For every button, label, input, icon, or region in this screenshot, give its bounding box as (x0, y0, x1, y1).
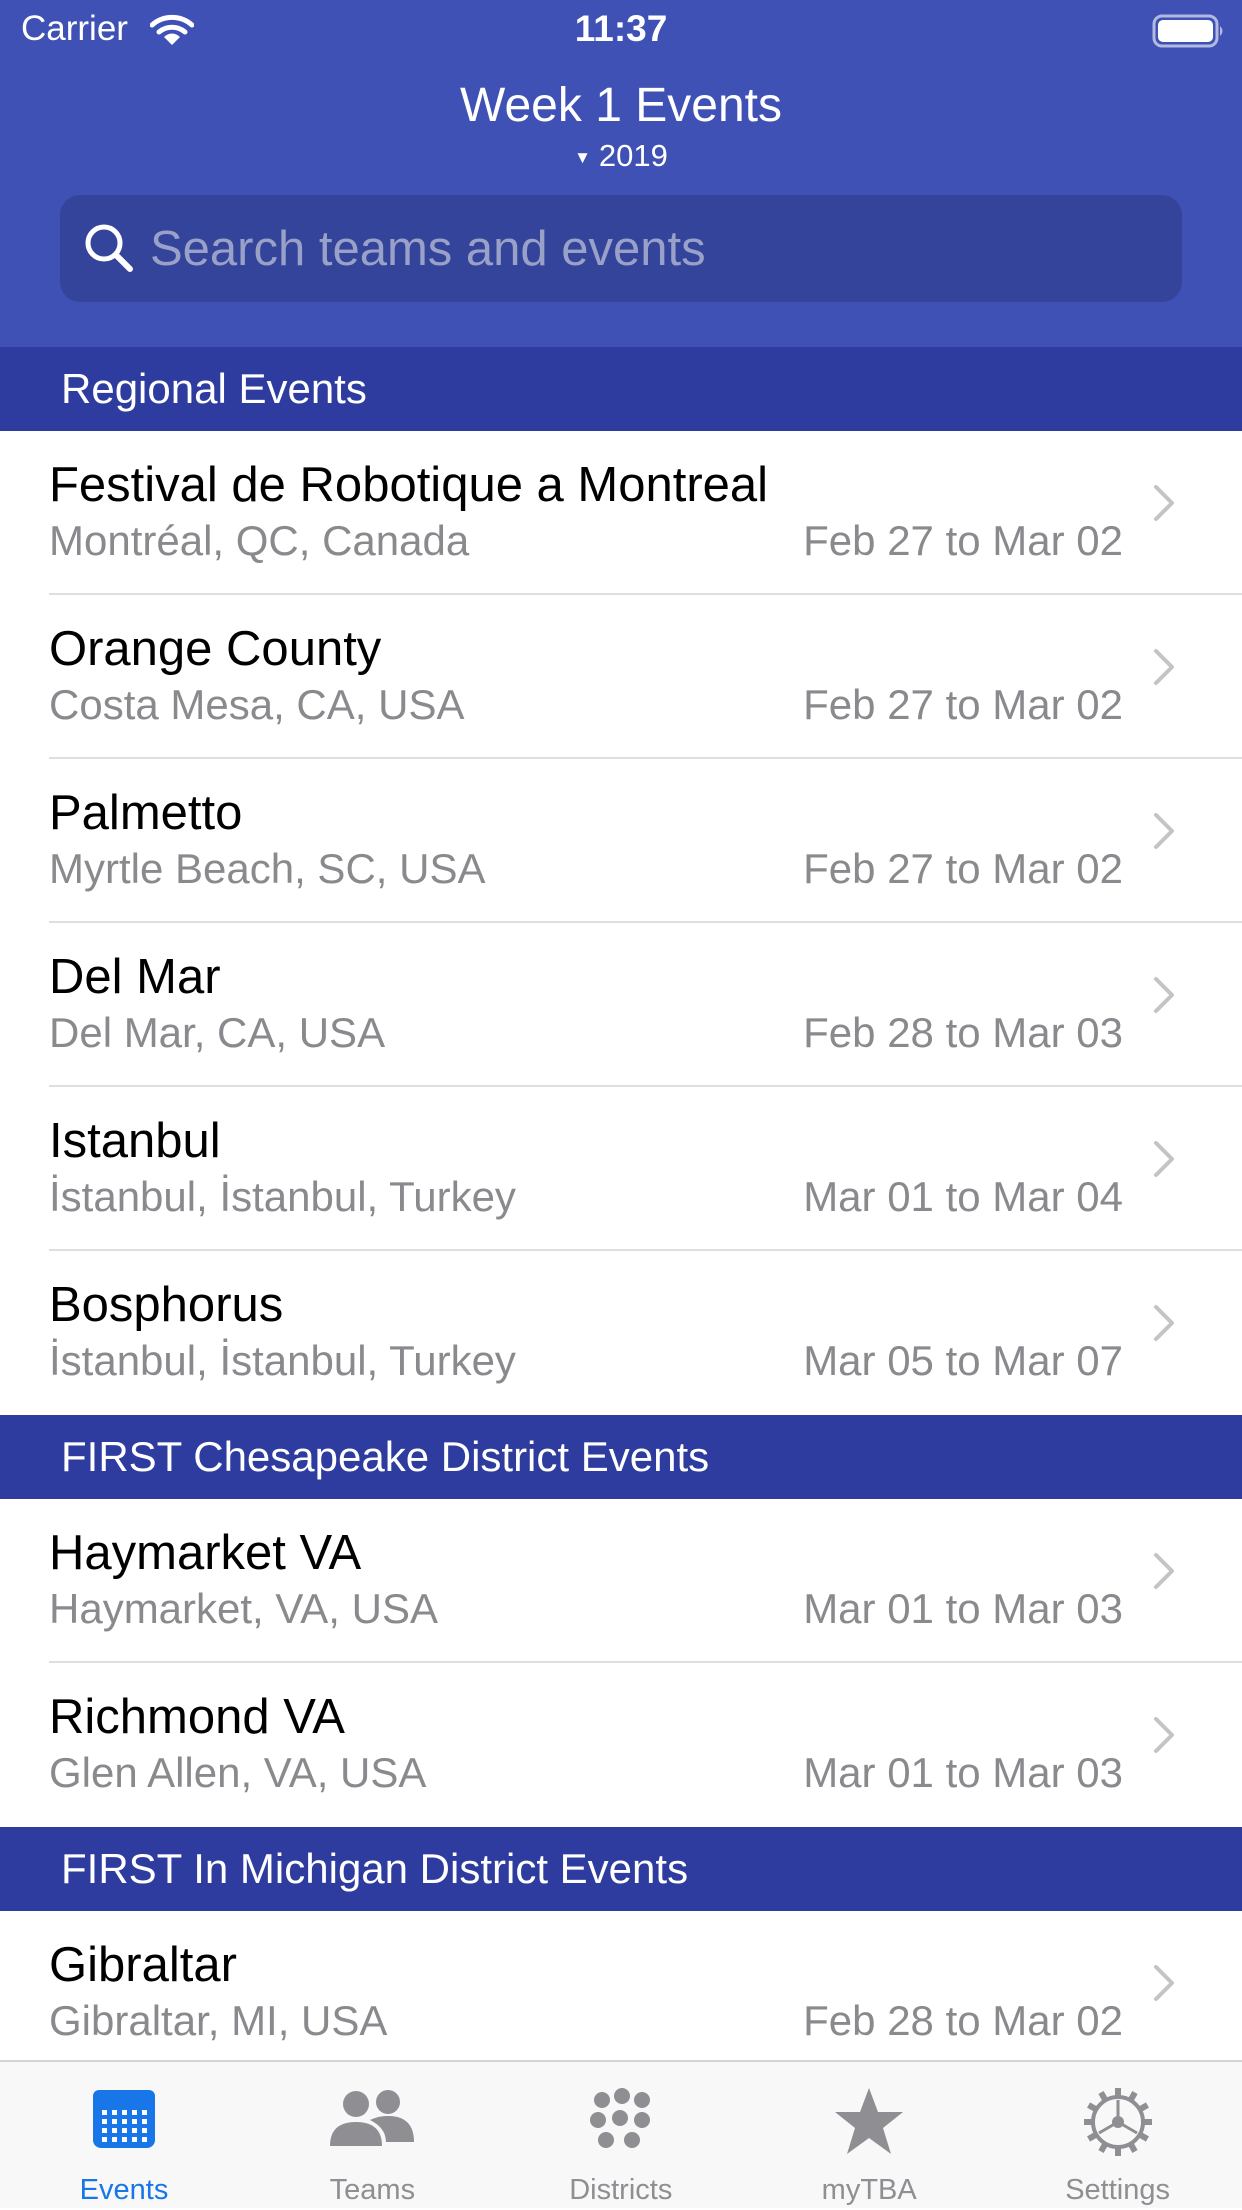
event-row[interactable]: Palmetto Myrtle Beach, SC, USA Feb 27 to M… (0, 759, 1242, 923)
tab-districts[interactable]: Districts (497, 2062, 745, 2210)
event-location: Del Mar, CA, USA (49, 1009, 386, 1056)
chevron-right-icon (1152, 1715, 1178, 1760)
section-header: FIRST Chesapeake District Events (0, 1415, 1242, 1499)
event-dates: Feb 28 to Mar 02 (803, 1997, 1123, 2044)
event-list[interactable]: Regional Events Festival de Robotique a M… (0, 347, 1242, 2060)
caret-down-icon: ▼ (574, 147, 591, 167)
chevron-right-icon (1152, 1303, 1178, 1348)
event-row[interactable]: Richmond VA Glen Allen, VA, USA Mar 01 to … (0, 1663, 1242, 1827)
tab-label: Teams (329, 2174, 416, 2206)
chevron-right-icon (1152, 647, 1178, 692)
status-time: 11:37 (574, 8, 668, 49)
event-location: Gibraltar, MI, USA (49, 1997, 388, 2044)
section-header: FIRST In Michigan District Events (0, 1827, 1242, 1911)
event-location: Haymarket, VA, USA (49, 1585, 438, 1632)
tab-label: Districts (569, 2174, 673, 2206)
tab-mytba[interactable]: myTBA (745, 2062, 993, 2210)
chevron-right-icon (1152, 1551, 1178, 1596)
page-title[interactable]: Week 1 Events (0, 78, 1242, 133)
status-bar: Carrier 11:37 (0, 0, 1242, 62)
districts-icon (497, 2086, 745, 2166)
event-name: Festival de Robotique a Montreal (49, 458, 769, 512)
tab-label: Events (79, 2174, 169, 2206)
event-dates: Feb 28 to Mar 03 (803, 1009, 1123, 1056)
event-row[interactable]: Bosphorus İstanbul, İstanbul, Turkey Mar 0… (0, 1251, 1242, 1415)
event-row[interactable]: Festival de Robotique a Montreal Montréal… (0, 431, 1242, 595)
event-name: Haymarket VA (49, 1526, 362, 1580)
event-name: Orange County (49, 622, 382, 676)
event-row[interactable]: Haymarket VA Haymarket, VA, USA Mar 01 to … (0, 1499, 1242, 1663)
navigation-bar: Carrier 11:37 Week 1 Events ▼ 2019 Search… (0, 0, 1242, 347)
year-selector[interactable]: ▼ 2019 (0, 138, 1242, 174)
chevron-right-icon (1152, 1139, 1178, 1184)
event-name: Richmond VA (49, 1690, 345, 1744)
event-name: Istanbul (49, 1114, 221, 1168)
event-name: Palmetto (49, 786, 243, 840)
chevron-right-icon (1152, 975, 1178, 1020)
tab-events[interactable]: Events (0, 2062, 248, 2210)
gear-icon (994, 2086, 1242, 2166)
chevron-right-icon (1152, 483, 1178, 528)
people-icon (248, 2086, 496, 2166)
tab-bar: Events Teams Districts myTBA Settings (0, 2060, 1242, 2208)
event-row[interactable]: Del Mar Del Mar, CA, USA Feb 28 to Mar 03 (0, 923, 1242, 1087)
chevron-right-icon (1152, 811, 1178, 856)
event-location: İstanbul, İstanbul, Turkey (49, 1173, 516, 1220)
event-dates: Mar 01 to Mar 03 (803, 1585, 1123, 1632)
event-location: Glen Allen, VA, USA (49, 1749, 427, 1796)
event-row[interactable]: Gibraltar Gibraltar, MI, USA Feb 28 to Mar… (0, 1911, 1242, 2060)
event-row[interactable]: Orange County Costa Mesa, CA, USA Feb 27 t… (0, 595, 1242, 759)
tab-label: myTBA (821, 2174, 917, 2206)
calendar-icon (0, 2086, 248, 2166)
search-input[interactable]: Search teams and events (150, 221, 706, 277)
event-location: Myrtle Beach, SC, USA (49, 845, 486, 892)
search-icon (85, 224, 133, 272)
tab-teams[interactable]: Teams (248, 2062, 496, 2210)
event-name: Del Mar (49, 950, 221, 1004)
tab-settings[interactable]: Settings (994, 2062, 1242, 2210)
event-location: Costa Mesa, CA, USA (49, 681, 465, 728)
chevron-right-icon (1152, 1963, 1178, 2008)
event-location: İstanbul, İstanbul, Turkey (49, 1337, 516, 1384)
event-dates: Feb 27 to Mar 02 (803, 517, 1123, 564)
search-bar[interactable]: Search teams and events (60, 195, 1182, 302)
tab-label: Settings (1065, 2174, 1170, 2206)
event-dates: Mar 01 to Mar 04 (803, 1173, 1123, 1220)
event-dates: Mar 05 to Mar 07 (803, 1337, 1123, 1384)
event-dates: Feb 27 to Mar 02 (803, 681, 1123, 728)
year-label: 2019 (598, 138, 668, 173)
event-name: Gibraltar (49, 1938, 237, 1992)
event-dates: Mar 01 to Mar 03 (803, 1749, 1123, 1796)
event-name: Bosphorus (49, 1278, 284, 1332)
battery-icon (1152, 14, 1226, 53)
event-dates: Feb 27 to Mar 02 (803, 845, 1123, 892)
star-icon (745, 2086, 993, 2166)
event-row[interactable]: Istanbul İstanbul, İstanbul, Turkey Mar 01… (0, 1087, 1242, 1251)
event-location: Montréal, QC, Canada (49, 517, 470, 564)
section-header: Regional Events (0, 347, 1242, 431)
